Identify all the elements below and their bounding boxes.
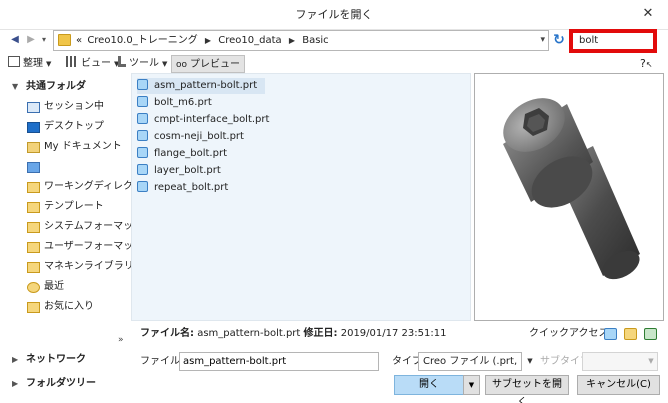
nav-item-system-formats[interactable]: システムフォーマット — [0, 218, 143, 236]
address-dropdown-icon[interactable]: ▾ — [540, 31, 545, 50]
back-icon[interactable]: ◀ — [8, 31, 22, 49]
part-file-icon — [137, 96, 148, 107]
filename-input[interactable] — [179, 352, 379, 371]
expand-caret-icon: ▶ — [12, 379, 19, 388]
file-list[interactable]: asm_pattern-bolt.prt bolt_m6.prt cmpt-in… — [131, 73, 471, 321]
part-file-icon — [137, 130, 148, 141]
breadcrumb-item[interactable]: Creo10_data — [218, 31, 281, 50]
recent-icon — [27, 282, 40, 293]
preview-label: プレビュー — [190, 59, 241, 70]
part-file-icon — [137, 147, 148, 158]
folder-tree-group[interactable]: ▶ フォルダツリー — [0, 375, 128, 393]
open-subset-button[interactable]: サブセットを開く... — [485, 375, 569, 403]
folder-tree-label: フォルダツリー — [26, 378, 96, 389]
common-folders-label: 共通フォルダ — [26, 81, 86, 92]
collapse-nav-icon[interactable]: » — [118, 335, 124, 345]
common-folders-group[interactable]: ▼ 共通フォルダ — [0, 78, 128, 96]
folder-icon — [27, 242, 40, 253]
network-group[interactable]: ▶ ネットワーク — [0, 351, 128, 369]
history-chevron-down-icon[interactable]: ▾ — [38, 31, 50, 49]
left-navigation: ▼ 共通フォルダ セッション中 デスクトップ My ドキュメント ワーキングディ… — [0, 73, 153, 345]
nav-item-favorites[interactable]: お気に入り — [0, 298, 128, 316]
quick-access-label: クイックアクセス: — [529, 328, 612, 339]
breadcrumb-separator-icon[interactable]: ▶ — [289, 31, 295, 50]
file-item-asm-pattern-bolt[interactable]: asm_pattern-bolt.prt — [137, 78, 266, 94]
open-options-dropdown[interactable]: ▼ — [463, 375, 480, 395]
part-file-icon — [137, 181, 148, 192]
breadcrumb: « Creo10.0_トレーニング ▶ Creo10_data ▶ Basic — [76, 31, 331, 50]
info-name-label: ファイル名: — [140, 328, 194, 339]
file-item-bolt-m6[interactable]: bolt_m6.prt — [137, 95, 220, 111]
type-select[interactable]: Creo ファイル (.prt, .asm — [418, 352, 522, 371]
address-bar[interactable]: « Creo10.0_トレーニング ▶ Creo10_data ▶ Basic … — [53, 30, 549, 51]
folder-icon — [27, 182, 40, 193]
desktop-icon — [27, 122, 40, 133]
assembly-type-icon[interactable] — [624, 328, 637, 340]
part-file-icon — [137, 164, 148, 175]
organize-icon — [8, 56, 20, 67]
drawing-type-icon[interactable] — [644, 328, 657, 340]
context-help-icon[interactable]: ?↖ — [640, 55, 653, 73]
open-button[interactable]: 開く — [394, 375, 464, 395]
folder-icon — [58, 34, 71, 46]
breadcrumb-item[interactable]: Basic — [302, 31, 328, 50]
close-icon[interactable]: ✕ — [638, 4, 658, 24]
tools-icon — [118, 56, 126, 67]
search-input[interactable]: bolt — [569, 29, 657, 53]
chevron-down-icon: ▼ — [46, 60, 52, 68]
nav-item-computer[interactable] — [0, 158, 128, 176]
tools-menu[interactable]: ツール ▼ — [118, 55, 167, 73]
view-menu[interactable]: ビュー ▼ — [66, 55, 119, 73]
view-label: ビュー — [81, 58, 111, 69]
forward-icon[interactable]: ▶ — [24, 31, 38, 49]
nav-item-my-documents[interactable]: My ドキュメント — [0, 138, 128, 156]
folder-icon — [27, 222, 40, 233]
file-item-cmpt-interface-bolt[interactable]: cmpt-interface_bolt.prt — [137, 112, 277, 128]
file-info: ファイル名: asm_pattern-bolt.prt 修正日: 2019/01… — [140, 326, 446, 342]
expand-caret-icon: ▶ — [12, 355, 19, 364]
part-file-icon — [137, 113, 148, 124]
expand-caret-icon: ▼ — [12, 82, 19, 91]
breadcrumb-item[interactable]: Creo10.0_トレーニング — [87, 31, 197, 50]
info-name-value: asm_pattern-bolt.prt — [197, 328, 301, 339]
nav-item-working-directory[interactable]: ワーキングディレクトリ — [0, 178, 153, 196]
nav-item-desktop[interactable]: デスクトップ — [0, 118, 128, 136]
bolt-preview-image — [503, 98, 640, 280]
favorites-icon — [27, 302, 40, 313]
refresh-icon[interactable]: ↻ — [551, 31, 567, 49]
part-file-icon — [137, 79, 148, 90]
chevron-down-icon[interactable]: ▼ — [645, 352, 657, 371]
breadcrumb-separator-icon[interactable]: ▶ — [205, 31, 211, 50]
documents-icon — [27, 142, 40, 153]
cancel-button[interactable]: キャンセル(C) — [577, 375, 660, 395]
tools-label: ツール — [129, 58, 159, 69]
computer-icon — [27, 162, 40, 173]
folder-icon — [27, 262, 40, 273]
window-title: ファイルを開く — [295, 8, 373, 21]
network-label: ネットワーク — [26, 354, 86, 365]
part-type-icon[interactable] — [604, 328, 617, 340]
nav-item-in-session[interactable]: セッション中 — [0, 98, 128, 116]
preview-pane[interactable] — [474, 73, 664, 321]
file-item-layer-bolt[interactable]: layer_bolt.prt — [137, 163, 229, 179]
file-item-repeat-bolt[interactable]: repeat_bolt.prt — [137, 180, 236, 196]
glasses-icon: oo — [176, 60, 188, 70]
preview-toggle[interactable]: oo プレビュー — [171, 55, 246, 73]
monitor-icon — [27, 102, 40, 113]
file-item-cosm-neji-bolt[interactable]: cosm-neji_bolt.prt — [137, 129, 252, 145]
organize-menu[interactable]: 整理 ▼ — [8, 55, 51, 73]
file-item-flange-bolt[interactable]: flange_bolt.prt — [137, 146, 235, 162]
info-date-label: 修正日: — [303, 328, 338, 339]
folder-icon — [27, 202, 40, 213]
nav-item-user-formats[interactable]: ユーザーフォーマット — [0, 238, 143, 256]
chevron-down-icon: ▼ — [162, 60, 168, 68]
nav-item-recent[interactable]: 最近 — [0, 278, 128, 296]
nav-item-manikin-library[interactable]: マネキンライブラリ — [0, 258, 134, 276]
view-grid-icon — [66, 56, 78, 67]
organize-label: 整理 — [23, 58, 43, 69]
breadcrumb-overflow[interactable]: « — [76, 31, 82, 50]
nav-item-templates[interactable]: テンプレート — [0, 198, 128, 216]
chevron-down-icon[interactable]: ▼ — [524, 352, 536, 371]
info-date-value: 2019/01/17 23:51:11 — [340, 328, 447, 339]
